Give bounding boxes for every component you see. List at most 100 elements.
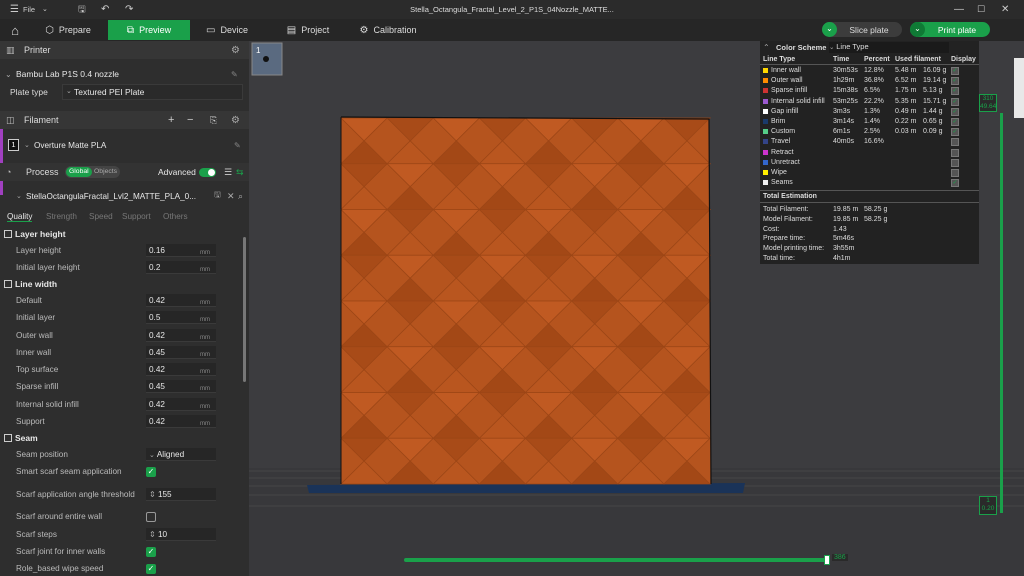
inner-wall-input[interactable]: 0.45 mm [146, 346, 216, 359]
support-width-input[interactable]: 0.42 mm [146, 415, 216, 428]
layer-bottom-handle[interactable]: 1 0.20 [979, 496, 997, 515]
setting-support: Support 0.42 mm [0, 415, 244, 428]
edit-icon[interactable]: ✎ [231, 70, 238, 79]
move-slider-track[interactable] [404, 558, 827, 562]
layer-height-input[interactable]: 0.16 mm [146, 244, 216, 257]
edit-icon[interactable]: ✎ [234, 141, 241, 150]
display-checkbox[interactable]: ✓ [951, 118, 959, 126]
display-checkbox[interactable] [951, 138, 959, 147]
settings-scrollbar[interactable] [243, 237, 246, 382]
printer-select[interactable]: ⌄ Bambu Lab P1S 0.4 nozzle ✎ [0, 67, 244, 81]
plate-type-label: Plate type [10, 87, 48, 97]
plate-number[interactable]: 1 [256, 46, 260, 55]
seam-position-select[interactable]: ⌄ Aligned [146, 448, 216, 461]
layer-top-handle[interactable]: 310 49.64 [979, 94, 997, 112]
advanced-toggle[interactable] [199, 167, 216, 177]
setting-label: Seam position [16, 450, 68, 459]
slice-plate-button[interactable]: ⌄ Slice plate [822, 22, 902, 37]
subtab-others[interactable]: Others [163, 212, 188, 221]
unit-label: mm [200, 421, 210, 427]
section-line-width: Line width [4, 279, 57, 289]
chevron-up-icon[interactable]: ⌃ [763, 43, 770, 52]
tab-calibration[interactable]: ⚙ Calibration [352, 20, 424, 40]
unit-label: mm [200, 317, 210, 323]
filament-select[interactable]: 1 ⌄ Overture Matte PLA ✎ [0, 138, 244, 152]
scarf-entire-wall-checkbox[interactable] [146, 511, 156, 522]
printer-icon: ▥ [6, 44, 15, 55]
stepper-icon[interactable]: ⇕ [149, 490, 158, 499]
sparse-infill-input[interactable]: 0.45 mm [146, 380, 216, 393]
outer-wall-input[interactable]: 0.42 mm [146, 329, 216, 342]
display-checkbox[interactable]: ✓ [951, 67, 959, 75]
display-checkbox[interactable]: ✓ [951, 87, 959, 96]
display-checkbox[interactable] [951, 158, 959, 167]
global-option[interactable]: Global [66, 167, 92, 177]
line-type-weight: 15.71 g [923, 97, 947, 105]
line-type-percent: 22.2% [864, 97, 884, 105]
display-checkbox[interactable]: ✓ [951, 77, 959, 86]
tab-prepare[interactable]: ⬡ Prepare [34, 20, 102, 40]
layer-height-icon [4, 230, 12, 238]
smart-scarf-checkbox[interactable]: ✓ [146, 466, 156, 477]
total-value: 19.85 m [833, 215, 859, 223]
default-width-input[interactable]: 0.42 mm [146, 294, 216, 307]
legend-row: Outer wall 1h29m 36.8% 6.52 m 19.14 g ✓ [760, 76, 979, 86]
line-type-weight: 0.65 g [923, 118, 943, 125]
home-button[interactable]: ⌂ [4, 20, 26, 40]
search-icon[interactable]: ⌕ [238, 191, 243, 202]
process-profile-select[interactable]: ⌄ StellaOctangulaFractal_Lvl2_MATTE_PLA_… [0, 189, 244, 203]
print-plate-button[interactable]: ⌄ Print plate [910, 22, 990, 37]
scarf-steps-input[interactable]: ⇕ 10 [146, 528, 216, 541]
save-icon[interactable]: 🖫 [214, 189, 221, 203]
display-checkbox[interactable]: ✓ [951, 107, 959, 116]
display-checkbox[interactable] [951, 169, 959, 177]
line-type-time: 30m53s [833, 67, 858, 74]
chevron-down-icon[interactable]: ⌄ [822, 22, 837, 37]
chevron-down-icon[interactable]: ⌄ [5, 70, 12, 79]
objects-option[interactable]: Objects [94, 167, 117, 177]
compare-icon[interactable]: ⇆ [236, 167, 244, 178]
subtab-speed[interactable]: Speed [89, 212, 113, 221]
tab-preview[interactable]: ⧉ Preview [108, 20, 190, 40]
gear-icon[interactable]: ⚙ [231, 115, 240, 126]
initial-layer-width-input[interactable]: 0.5 mm [146, 311, 216, 324]
initial-layer-height-input[interactable]: 0.2 mm [146, 261, 216, 274]
global-objects-toggle[interactable]: Global Objects [65, 166, 120, 178]
remove-icon[interactable]: − [187, 114, 193, 126]
internal-solid-infill-input[interactable]: 0.42 mm [146, 398, 216, 411]
title-bar: ☰ File ⌄ 🖫 ↶ ↷ Stella_Octangula_Fractal_… [0, 0, 1024, 19]
close-icon[interactable]: ✕ [227, 191, 235, 202]
scarf-inner-walls-checkbox[interactable]: ✓ [146, 546, 156, 557]
tab-device[interactable]: ▭ Device [196, 20, 258, 40]
list-icon[interactable]: ☰ [224, 167, 232, 178]
add-icon[interactable]: + [168, 114, 174, 126]
maximize-icon[interactable]: ☐ [977, 3, 985, 16]
subtab-support[interactable]: Support [122, 212, 151, 221]
color-scheme-header: ⌃ Color Scheme ⌄ Line Type [763, 42, 975, 53]
move-slider-handle[interactable] [824, 555, 830, 565]
legend-header-row: Line Type Time Percent Used filament Dis… [760, 55, 979, 64]
plate-type-select[interactable]: ⌄ Textured PEI Plate [62, 84, 243, 100]
display-checkbox[interactable]: ✓ [951, 179, 959, 188]
top-surface-input[interactable]: 0.42 mm [146, 363, 216, 376]
minimize-icon[interactable]: — [954, 3, 964, 16]
tab-project[interactable]: ▤ Project [280, 20, 336, 40]
display-checkbox[interactable]: ✓ [951, 128, 959, 137]
total-value-secondary: 58.25 g [864, 215, 888, 223]
chevron-down-icon[interactable]: ⌄ [910, 22, 925, 37]
role-wipe-checkbox[interactable]: ✓ [146, 563, 156, 574]
subtab-strength[interactable]: Strength [46, 212, 77, 221]
subtab-quality[interactable]: Quality [7, 212, 33, 222]
gear-icon[interactable]: ⚙ [231, 45, 240, 56]
sync-icon[interactable]: ⎘ [210, 115, 217, 126]
project-icon: ▤ [286, 24, 297, 36]
layer-slider-track[interactable] [1000, 113, 1003, 513]
display-checkbox[interactable]: ✓ [951, 97, 959, 106]
setting-label: Inner wall [16, 348, 52, 357]
display-checkbox[interactable] [951, 148, 959, 157]
legend-row: Internal solid infill 53m25s 22.2% 5.35 m 15… [760, 97, 979, 106]
color-scheme-mode-select[interactable]: ⌄ Line Type [829, 42, 949, 53]
scarf-angle-input[interactable]: ⇕ 155 [146, 488, 216, 501]
stepper-icon[interactable]: ⇕ [149, 530, 158, 539]
close-icon[interactable]: ✕ [1001, 3, 1009, 16]
